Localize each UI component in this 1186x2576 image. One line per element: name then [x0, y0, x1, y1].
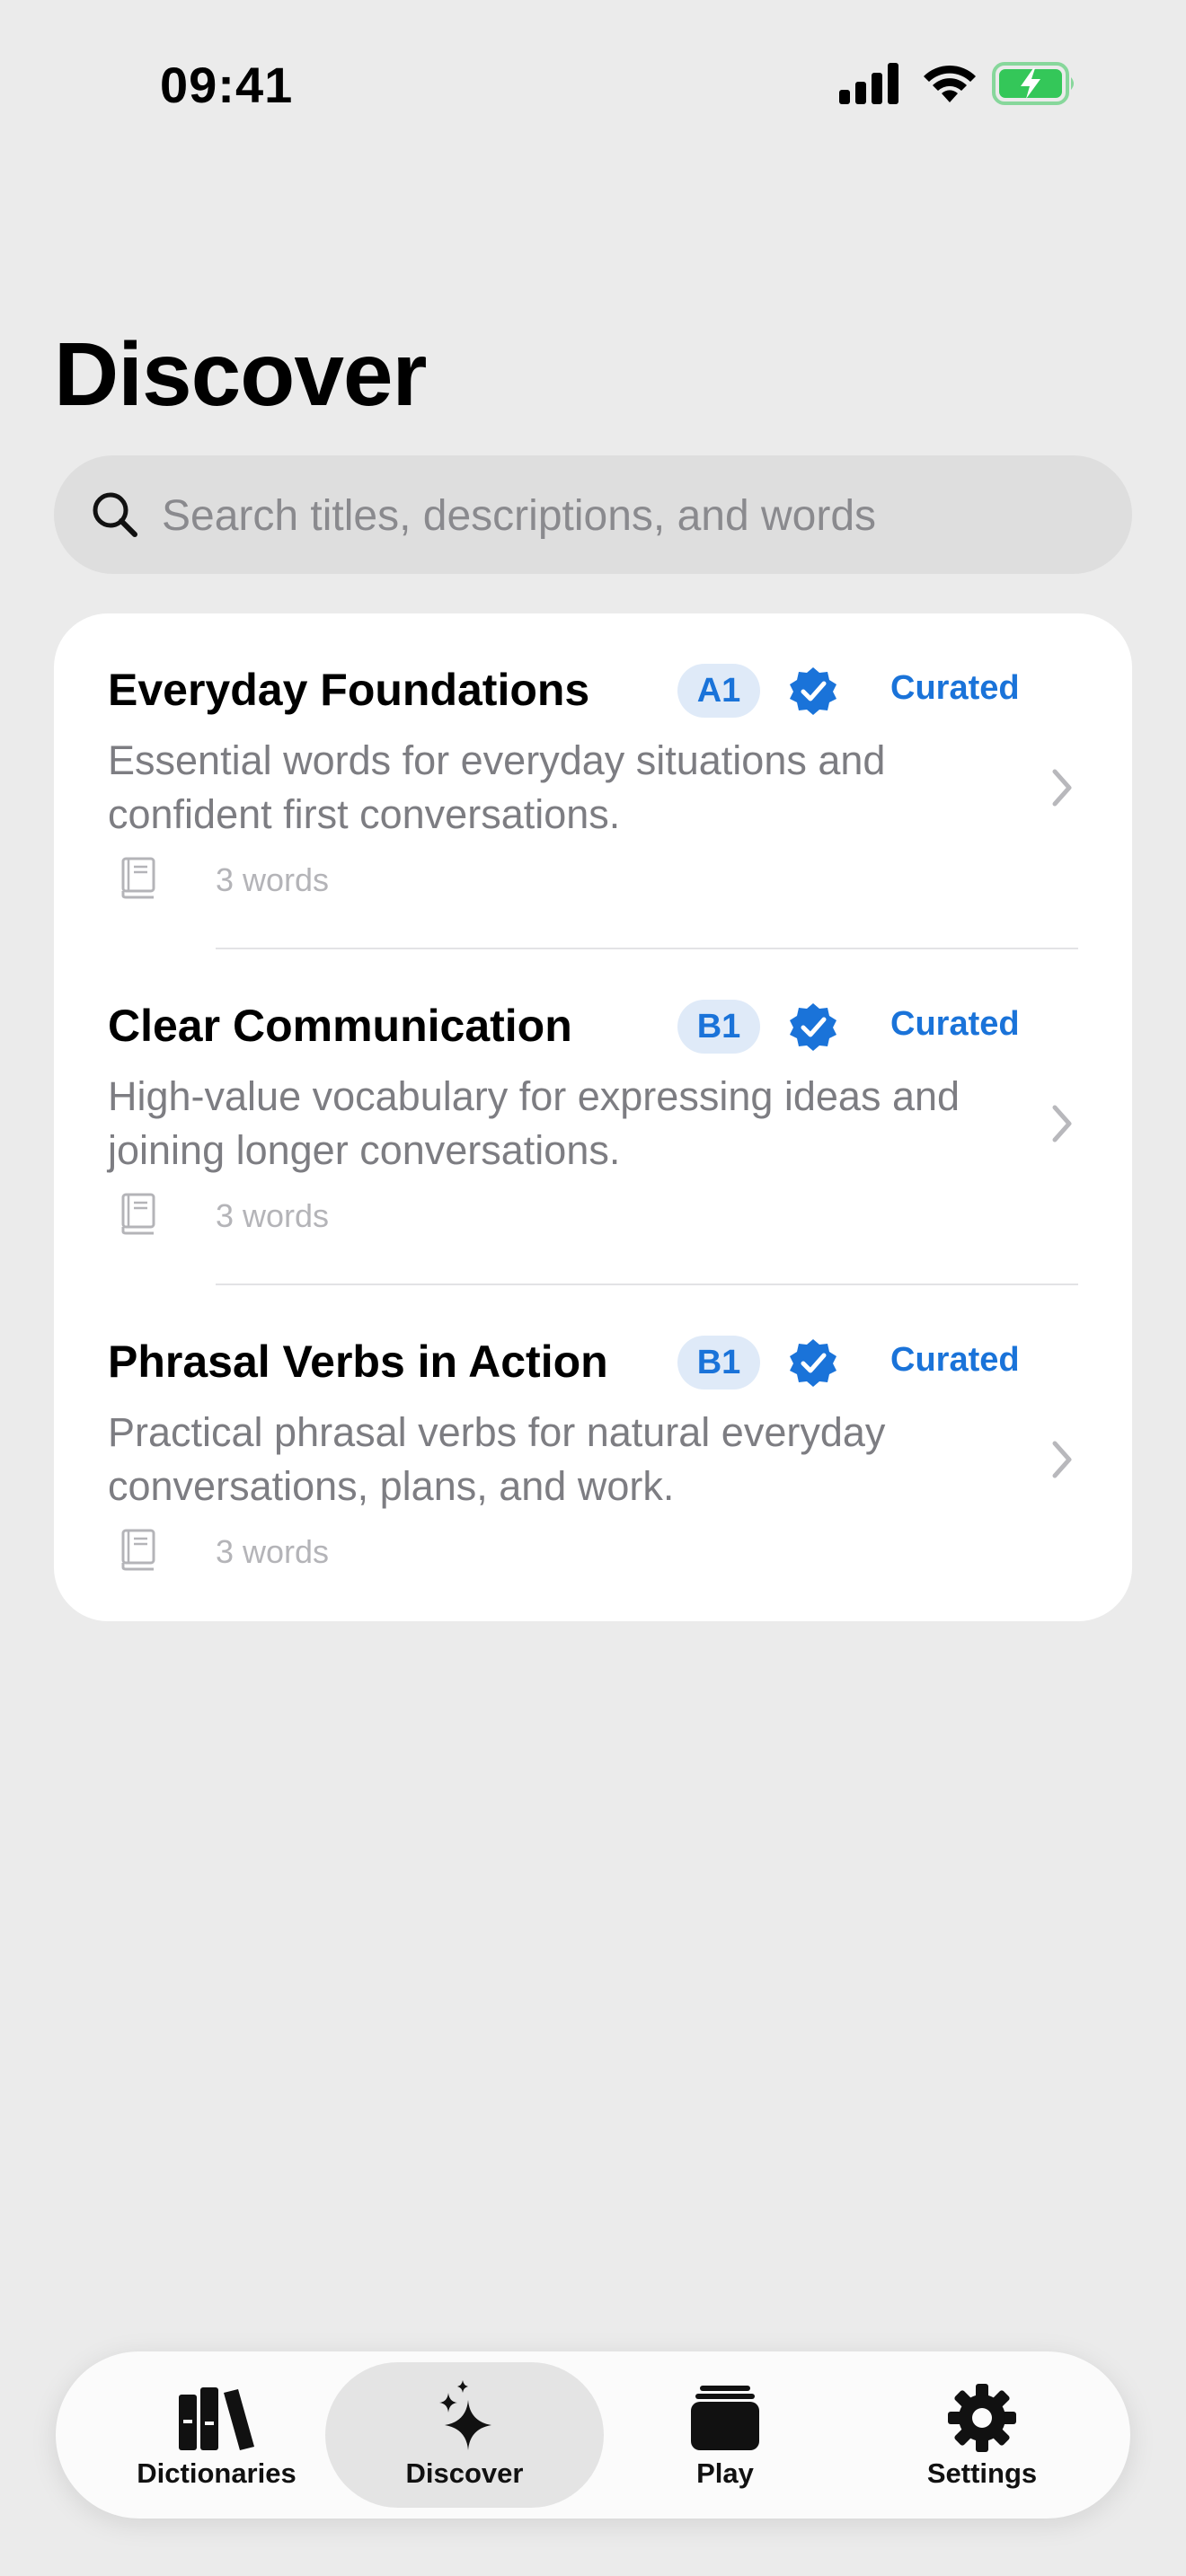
status-time: 09:41 — [160, 57, 294, 113]
search-input[interactable] — [160, 455, 1098, 576]
verified-badge-icon — [790, 1003, 836, 1051]
word-count: 3 words — [216, 861, 330, 898]
level-badge: B1 — [677, 1336, 760, 1389]
curated-label: Curated — [890, 1341, 1020, 1379]
collection-title: Phrasal Verbs in Action — [108, 1337, 608, 1387]
tab-discover[interactable]: Discover — [325, 2362, 604, 2508]
word-count: 3 words — [216, 1197, 330, 1234]
chevron-right-icon — [1052, 1105, 1072, 1142]
gear-icon — [948, 2384, 1016, 2452]
magnifying-glass-icon — [93, 492, 137, 537]
tab-label: Settings — [926, 2457, 1038, 2489]
curated-label: Curated — [890, 1005, 1020, 1043]
list-item-phrasal-verbs[interactable]: Phrasal Verbs in Action B1 Curated Pract… — [54, 1285, 1132, 1621]
status-bar: 09:41 — [0, 0, 1186, 171]
collection-description: Essential words for everyday situations … — [108, 737, 886, 837]
collection-description: High-value vocabulary for expressing ide… — [108, 1073, 960, 1173]
verified-badge-icon — [790, 1339, 836, 1387]
list-item-everyday-foundations[interactable]: Everyday Foundations A1 Curated Essentia… — [54, 613, 1132, 949]
book-icon — [121, 1193, 155, 1235]
cellular-signal-icon — [839, 63, 898, 104]
chevron-right-icon — [1052, 769, 1072, 807]
page-title: Discover — [54, 324, 427, 425]
collection-title: Clear Communication — [108, 1001, 572, 1051]
wifi-icon — [924, 65, 976, 102]
collection-title: Everyday Foundations — [108, 665, 590, 715]
book-icon — [121, 857, 155, 899]
word-count: 3 words — [216, 1533, 330, 1570]
books-icon — [179, 2387, 254, 2450]
chevron-right-icon — [1052, 1441, 1072, 1478]
verified-badge-icon — [790, 667, 836, 715]
tab-label: Play — [696, 2457, 754, 2489]
collection-description: Practical phrasal verbs for natural ever… — [108, 1409, 886, 1509]
tab-dictionaries[interactable]: Dictionaries — [77, 2362, 356, 2508]
level-badge: A1 — [677, 664, 760, 718]
tab-bar: Dictionaries Discover Play Settings — [56, 2351, 1130, 2519]
book-icon — [121, 1529, 155, 1571]
curated-label: Curated — [890, 669, 1020, 707]
collection-list: Everyday Foundations A1 Curated Essentia… — [54, 613, 1132, 1621]
battery-charging-icon — [992, 62, 1074, 105]
tab-label: Discover — [405, 2457, 524, 2489]
tab-settings[interactable]: Settings — [843, 2362, 1121, 2508]
tab-play[interactable]: Play — [586, 2362, 864, 2508]
cards-stack-icon — [691, 2386, 759, 2450]
search-bar[interactable] — [54, 455, 1132, 576]
sparkles-icon — [439, 2380, 491, 2450]
level-badge: B1 — [677, 1000, 760, 1054]
list-item-clear-communication[interactable]: Clear Communication B1 Curated High-valu… — [54, 949, 1132, 1285]
tab-label: Dictionaries — [137, 2457, 296, 2489]
